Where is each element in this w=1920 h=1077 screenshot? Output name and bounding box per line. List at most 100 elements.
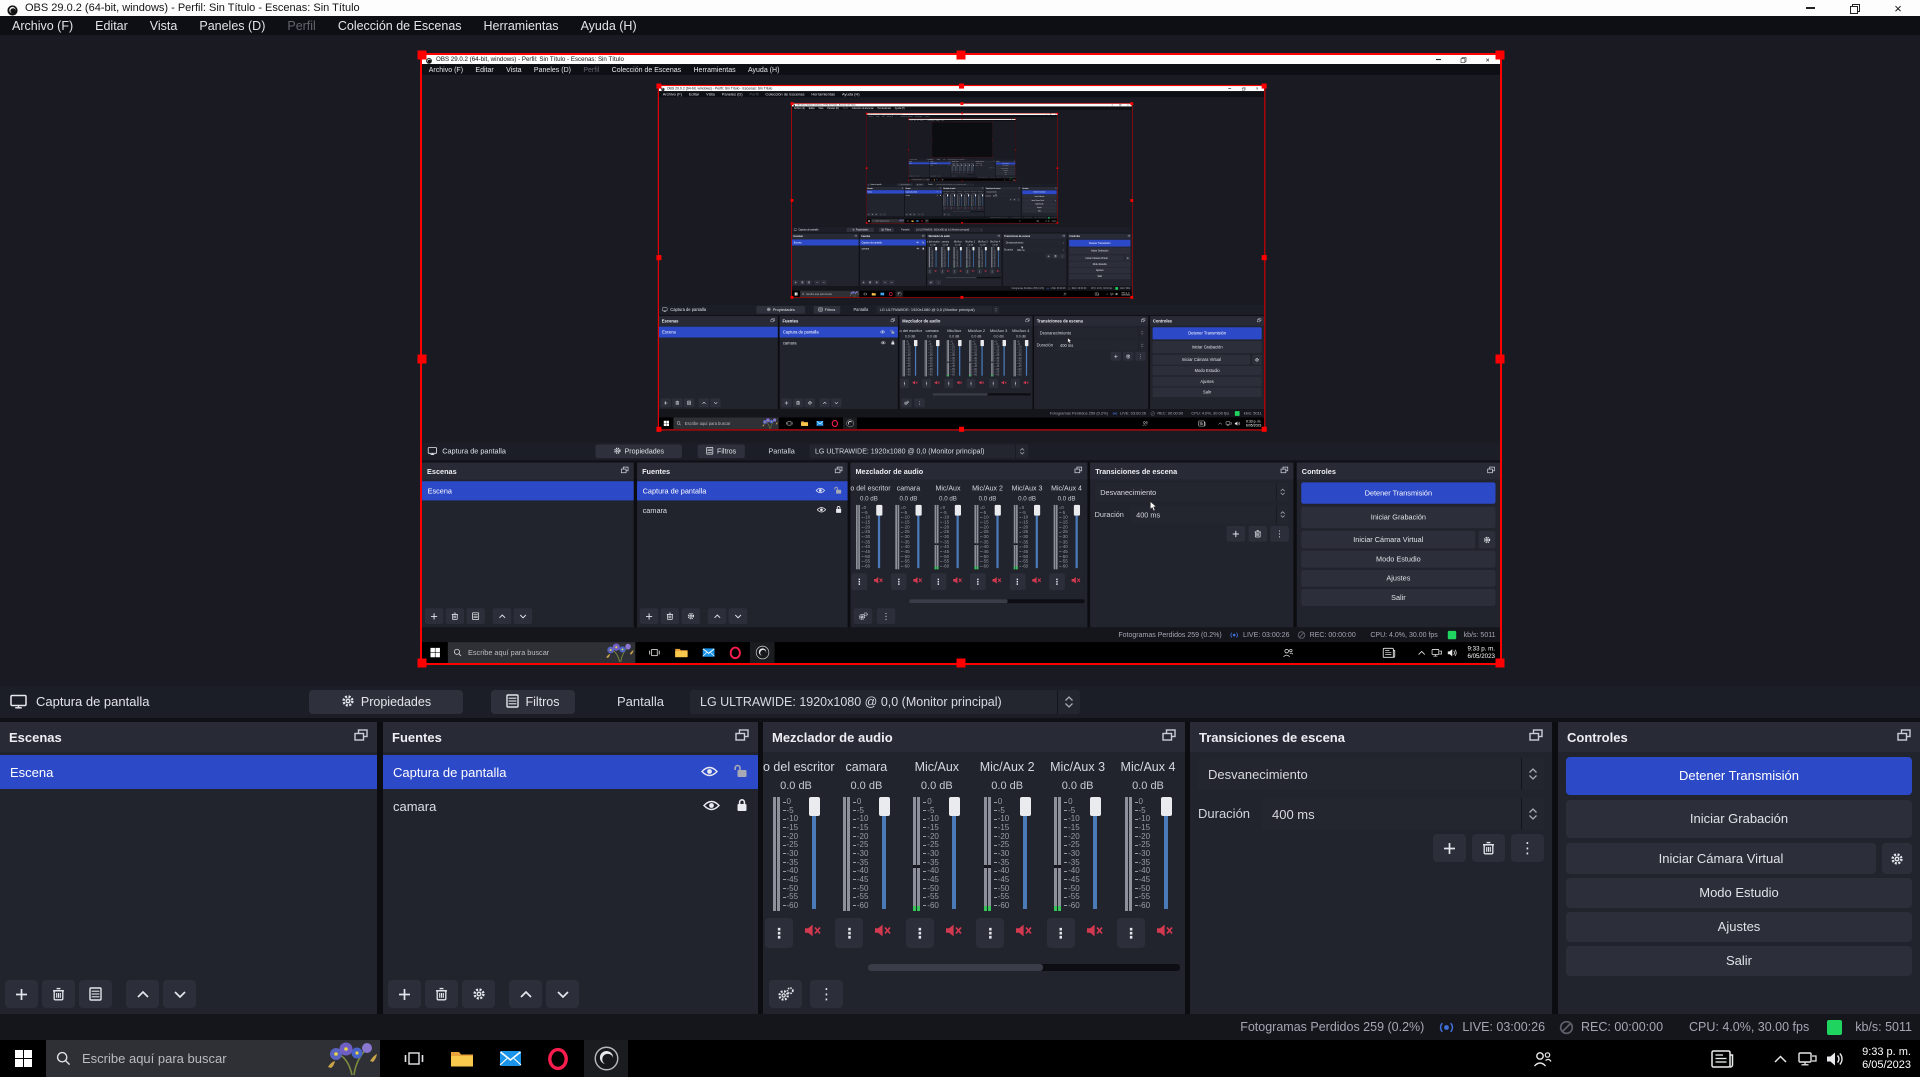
channel-menu-button[interactable]: ⋮ [765,918,793,948]
scene-down-button[interactable] [163,980,196,1008]
scene-row[interactable]: Escena [0,755,377,789]
spinbox-arrows[interactable] [1521,798,1544,830]
popout-icon[interactable] [735,728,749,746]
task-view-button[interactable] [392,1040,436,1077]
minimize-button[interactable] [1788,0,1832,16]
mute-icon[interactable] [804,924,821,942]
people-button[interactable] [1522,1040,1562,1077]
volume-fader[interactable] [949,797,960,911]
mute-icon[interactable] [874,924,891,942]
menu-item[interactable]: Archivo (F) [1,19,84,33]
tray-expand-icon[interactable] [1768,1040,1792,1077]
menu-item[interactable]: Herramientas [473,19,570,33]
search-daily-image[interactable] [324,1041,378,1076]
fader-handle[interactable] [1090,797,1101,816]
search-input[interactable] [80,1050,294,1067]
selected-source-bounding-box[interactable]: OBS 29.0.2 (64-bit, windows) - Perfil: S… [420,53,1502,665]
resize-handle[interactable] [1496,355,1505,364]
resize-handle[interactable] [418,355,427,364]
source-row[interactable]: camara [383,789,758,823]
duration-spinbox[interactable]: 400 ms [1262,798,1544,830]
news-widget-button[interactable] [1700,1040,1744,1077]
transition-menu-button[interactable]: ⋮ [1511,834,1544,862]
scene-up-button[interactable] [126,980,159,1008]
select-spinner[interactable] [1521,758,1544,790]
menu-item[interactable]: Vista [139,19,189,33]
preview-canvas[interactable]: OBS 29.0.2 (64-bit, windows) - Perfil: S… [0,35,1920,686]
volume-fader[interactable] [879,797,890,911]
popout-icon[interactable] [1162,728,1176,746]
add-source-button[interactable] [388,980,421,1008]
add-scene-button[interactable] [5,980,38,1008]
resize-handle[interactable] [957,659,966,668]
scene-filters-button[interactable] [79,980,112,1008]
remove-scene-button[interactable] [42,980,75,1008]
volume-fader[interactable] [1161,797,1172,911]
resize-handle[interactable] [1496,659,1505,668]
mixer-scrollbar[interactable] [868,964,1180,971]
resize-handle[interactable] [1496,51,1505,60]
select-spinner[interactable] [1057,690,1080,714]
taskbar-clock[interactable]: 9:33 p. m. 6/05/2023 [1850,1040,1916,1077]
mute-icon[interactable] [1086,924,1103,942]
mail-icon[interactable] [488,1040,532,1077]
control-button[interactable]: Salir [1566,946,1912,976]
unlock-icon[interactable] [734,764,748,781]
start-button[interactable] [0,1040,46,1077]
channel-menu-button[interactable]: ⋮ [906,918,934,948]
popout-icon[interactable] [1897,728,1911,746]
fader-handle[interactable] [1161,797,1172,816]
fader-handle[interactable] [949,797,960,816]
mixer-menu-button[interactable]: ⋮ [810,980,843,1008]
taskbar-search[interactable] [46,1040,380,1077]
lock-icon[interactable] [736,798,748,815]
remove-transition-button[interactable] [1472,834,1505,862]
source-up-button[interactable] [509,980,542,1008]
network-icon[interactable] [1794,1040,1821,1077]
channel-menu-button[interactable]: ⋮ [835,918,863,948]
control-button[interactable]: Detener Transmisión [1566,757,1912,795]
popout-icon[interactable] [354,728,368,746]
resize-handle[interactable] [957,51,966,60]
properties-button[interactable]: Propiedades [309,690,463,714]
add-transition-button[interactable] [1433,834,1466,862]
control-button[interactable]: Iniciar Cámara Virtual [1566,843,1876,874]
volume-fader[interactable] [1020,797,1031,911]
advanced-audio-button[interactable] [769,980,802,1008]
mute-icon[interactable] [1156,924,1173,942]
resize-handle[interactable] [418,51,427,60]
restore-button[interactable] [1832,0,1876,16]
volume-fader[interactable] [809,797,820,911]
control-button[interactable]: Ajustes [1566,912,1912,942]
eye-icon[interactable] [703,799,720,814]
channel-menu-button[interactable]: ⋮ [1047,918,1075,948]
filters-button[interactable]: Filtros [491,690,575,714]
file-explorer-icon[interactable] [440,1040,484,1077]
control-button[interactable]: Iniciar Grabación [1566,800,1912,838]
channel-menu-button[interactable]: ⋮ [1117,918,1145,948]
opera-gx-icon[interactable] [536,1040,580,1077]
source-down-button[interactable] [546,980,579,1008]
mute-icon[interactable] [945,924,962,942]
display-select[interactable]: LG ULTRAWIDE: 1920x1080 @ 0,0 (Monitor p… [690,690,1080,714]
volume-fader[interactable] [1090,797,1101,911]
close-button[interactable]: × [1876,0,1920,16]
control-button[interactable]: Modo Estudio [1566,878,1912,908]
source-properties-button[interactable] [462,980,495,1008]
eye-icon[interactable] [701,765,718,780]
fader-handle[interactable] [809,797,820,816]
menu-item[interactable]: Colección de Escenas [327,19,473,33]
source-row[interactable]: Captura de pantalla [383,755,758,789]
menu-item[interactable]: Editar [84,19,139,33]
remove-source-button[interactable] [425,980,458,1008]
resize-handle[interactable] [418,659,427,668]
virtual-camera-settings-button[interactable] [1882,843,1912,874]
menu-item[interactable]: Ayuda (H) [570,19,648,33]
menu-item[interactable]: Paneles (D) [188,19,276,33]
mute-icon[interactable] [1015,924,1032,942]
fader-handle[interactable] [1020,797,1031,816]
transition-select[interactable]: Desvanecimiento [1198,758,1544,790]
fader-handle[interactable] [879,797,890,816]
popout-icon[interactable] [1529,728,1543,746]
channel-menu-button[interactable]: ⋮ [976,918,1004,948]
